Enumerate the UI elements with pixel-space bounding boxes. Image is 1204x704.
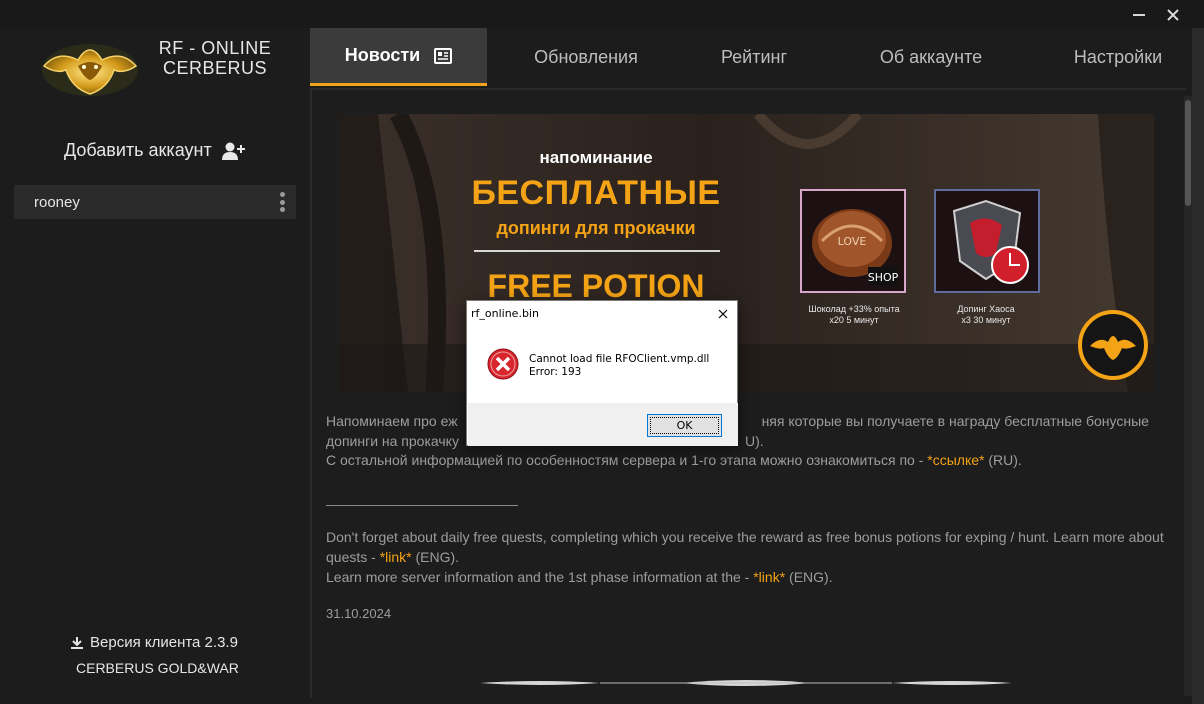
version-label: Версия клиента 2.3.9 [90,634,238,651]
brand-line-1: RF - ONLINE [158,38,272,58]
account-menu-icon[interactable] [280,192,286,212]
add-account-button[interactable]: Добавить аккаунт [64,140,246,161]
client-version: Версия клиента 2.3.9 [70,634,238,651]
scrollbar-thumb[interactable] [1185,100,1191,206]
news-ru-line1-start: Напоминаем про еж [326,413,458,429]
account-name: rooney [34,193,80,211]
chaos-potion-icon [934,189,1040,293]
news-ru-line3: С остальной информацией по особенностям … [326,450,1022,470]
brand-line-2: CERBERUS [162,58,268,78]
tab-updates[interactable]: Обновления [498,28,674,86]
news-date: 31.10.2024 [326,606,392,621]
tab-news-label: Новости [344,45,421,65]
dialog-message-line1: Cannot load file RFOClient.vmp.dll [529,353,710,365]
dialog-message: Cannot load file RFOClient.vmp.dll Error… [529,353,709,379]
news-ru-line2-start: допинги на прокачку [326,433,459,449]
item1-caption: Шоколад +33% опыта x20 5 минут [794,304,914,326]
ok-button[interactable]: OK [647,414,722,437]
account-item-rooney[interactable]: rooney [14,185,296,219]
chocolate-label: LOVE [838,235,867,248]
news-en-line2: Learn more server information and the 1s… [326,567,833,587]
banner-headline: БЕСПЛАТНЫЕ [471,174,721,212]
news-ru-line2-end: U). [744,433,764,449]
newspaper-icon [434,47,453,64]
shop-badge: SHOP [868,271,899,284]
news-en-link2-suffix: (ENG). [785,569,833,585]
minimize-icon [1133,14,1145,16]
download-icon [71,636,83,649]
banner-subtitle: допинги для прокачки [496,218,696,238]
news-separator [326,505,518,506]
news-en-link-2[interactable]: *link* [753,569,785,585]
item1-caption-line2: x20 5 минут [829,315,879,325]
item2-caption: Допинг Хаоса x3 30 минут [926,304,1046,326]
news-ru-link[interactable]: *ссылке* [927,452,984,468]
error-dialog: rf_online.bin Cannot load file RFOClient… [466,300,738,446]
launcher-window: RF - ONLINE CERBERUS Добавить аккаунт ro… [0,0,1204,704]
sidebar: RF - ONLINE CERBERUS Добавить аккаунт ro… [0,28,308,704]
close-icon [1167,9,1179,21]
news-ru-line3-text: С остальной информацией по особенностям … [326,452,928,468]
news-ru-paragraph: Напоминаем про еж няя которые вы получает… [326,411,1166,451]
item1-caption-line1: Шоколад +33% опыта [808,304,900,314]
dialog-message-line2: Error: 193 [529,366,582,378]
tab-account[interactable]: Об аккаунте [856,28,1006,86]
banner-reminder: напоминание [539,148,653,167]
add-user-icon [221,141,246,161]
dialog-title: rf_online.bin [471,307,539,320]
tab-bar: Новости Обновления Рейтинг Об аккаунте Н… [308,28,1204,86]
window-edge [1192,28,1204,704]
tab-rating[interactable]: Рейтинг [688,28,820,86]
tab-news[interactable]: Новости [310,28,487,86]
cerberus-emblem-icon [1078,310,1148,380]
banner-divider [474,250,720,252]
news-en-line2-text: Learn more server information and the 1s… [326,569,754,585]
title-bar [0,0,1204,28]
minimize-button[interactable] [1126,4,1152,26]
ornament-divider [480,676,1012,688]
news-ru-line3-suffix: (RU). [984,452,1022,468]
tab-settings[interactable]: Настройки [1040,28,1196,86]
news-en-link-1[interactable]: *link* [380,549,412,565]
close-icon [718,309,728,319]
server-name: CERBERUS GOLD&WAR [76,660,239,676]
error-icon [487,348,519,380]
news-en-link1-suffix: (ENG). [411,549,460,565]
item2-caption-line1: Допинг Хаоса [957,304,1015,314]
news-en-paragraph: Don't forget about daily free quests, co… [326,527,1166,567]
dialog-close-button[interactable] [715,306,731,322]
news-banner: напоминание БЕСПЛАТНЫЕ допинги для прока… [338,114,1154,392]
item2-caption-line2: x3 30 минут [961,315,1011,325]
logo [38,36,142,102]
chocolate-item-icon: LOVE SHOP [800,189,906,293]
close-button[interactable] [1160,4,1186,26]
news-ru-line1-end: няя которые вы получаете в награду беспл… [761,413,1149,429]
add-account-label: Добавить аккаунт [64,140,212,160]
brand-title: RF - ONLINE CERBERUS [150,38,280,78]
